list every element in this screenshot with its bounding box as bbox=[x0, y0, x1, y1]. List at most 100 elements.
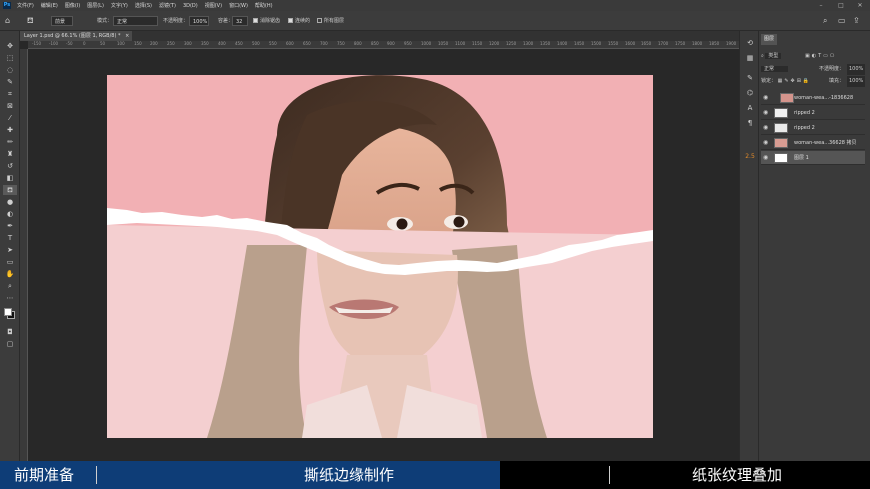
adjust-icon[interactable]: ⌬ bbox=[744, 88, 756, 98]
tolerance-field[interactable]: 32 bbox=[232, 16, 248, 26]
opacity-field[interactable]: 100% bbox=[847, 64, 866, 75]
ruler-tick-label: 850 bbox=[371, 41, 379, 46]
layer-row[interactable]: ◉ woman-wea...-1836628 bbox=[761, 91, 865, 105]
menu-type[interactable]: 文字(Y) bbox=[111, 2, 128, 9]
share-icon[interactable]: ⇪ bbox=[853, 16, 860, 26]
ruler-tick-label: 100 bbox=[117, 41, 125, 46]
menu-filter[interactable]: 滤镜(T) bbox=[159, 2, 176, 9]
visibility-eye-icon[interactable]: ◉ bbox=[763, 94, 768, 102]
history-icon[interactable]: ⟲ bbox=[744, 38, 756, 48]
path-select-tool-icon[interactable]: ➤ bbox=[3, 245, 17, 255]
zoom-tool-icon[interactable]: ⌕ bbox=[3, 281, 17, 291]
lock-row: 锁定： ▦✎✥⊞🔒 填充： 100% bbox=[761, 76, 867, 87]
menu-view[interactable]: 视图(V) bbox=[205, 2, 222, 9]
visibility-eye-icon[interactable]: ◉ bbox=[763, 109, 768, 117]
document-close-icon[interactable]: × bbox=[125, 33, 129, 39]
layer-thumbnail bbox=[780, 93, 794, 103]
type-tool-icon[interactable]: T bbox=[3, 233, 17, 243]
document-tab[interactable]: Layer 1.psd @ 66.1% (图层 1, RGB/8) * × bbox=[20, 31, 132, 41]
eraser-tool-icon[interactable]: ◧ bbox=[3, 173, 17, 183]
quick-select-tool-icon[interactable]: ✎ bbox=[3, 77, 17, 87]
menu-3d[interactable]: 3D(D) bbox=[183, 3, 198, 9]
caption-step-3: 纸张纹理叠加 bbox=[692, 466, 783, 484]
fill-field[interactable]: 100% bbox=[847, 76, 866, 87]
menu-file[interactable]: 文件(F) bbox=[17, 2, 34, 9]
antialias-checkbox[interactable]: 消除锯齿 bbox=[253, 16, 280, 26]
workspace-icon[interactable]: ▭ bbox=[838, 16, 846, 26]
menu-layer[interactable]: 图层(L) bbox=[87, 2, 104, 9]
layer-row[interactable]: ◉ ripped 2 bbox=[761, 121, 865, 135]
document-image[interactable] bbox=[107, 75, 653, 438]
opacity-label: 不透明度： bbox=[819, 66, 845, 72]
layer-row-selected[interactable]: ◉ 图层 1 bbox=[761, 151, 865, 165]
ruler-tick-label: 1500 bbox=[591, 41, 602, 46]
visibility-eye-icon[interactable]: ◉ bbox=[763, 154, 768, 162]
menu-select[interactable]: 选择(S) bbox=[135, 2, 152, 9]
blend-row: 正常 不透明度： 100% bbox=[761, 64, 867, 75]
visibility-eye-icon[interactable]: ◉ bbox=[763, 124, 768, 132]
dodge-tool-icon[interactable]: ◐ bbox=[3, 209, 17, 219]
more-tools-icon[interactable]: ⋯ bbox=[3, 293, 17, 303]
crop-tool-icon[interactable]: ⌗ bbox=[3, 89, 17, 99]
stamp-tool-icon[interactable]: ♜ bbox=[3, 149, 17, 159]
all-layers-checkbox[interactable]: 所有图层 bbox=[317, 16, 344, 26]
swatches-icon[interactable]: ▦ bbox=[744, 53, 756, 63]
eyedropper-tool-icon[interactable]: ⁄ bbox=[3, 113, 17, 123]
layer-filter-select[interactable]: 类型 bbox=[765, 53, 782, 59]
quick-mask-icon[interactable]: ◘ bbox=[3, 327, 17, 337]
layer-thumbnail bbox=[774, 123, 788, 133]
visibility-eye-icon[interactable]: ◉ bbox=[763, 139, 768, 147]
menu-help[interactable]: 帮助(H) bbox=[255, 2, 273, 9]
tools-panel: ✥ ⬚ ◌ ✎ ⌗ ⊠ ⁄ ✚ ✏ ♜ ↺ ◧ ⛾ ● ◐ ✒ T ➤ ▭ ✋ … bbox=[0, 31, 20, 461]
maximize-button[interactable]: □ bbox=[834, 0, 848, 11]
ruler-tick-label: 1250 bbox=[506, 41, 517, 46]
brush-icon[interactable]: ✎ bbox=[744, 73, 756, 83]
menu-image[interactable]: 图像(I) bbox=[65, 2, 80, 9]
search-icon[interactable]: ⌕ bbox=[823, 16, 827, 26]
blend-mode-select[interactable]: 正常 bbox=[761, 66, 789, 72]
home-icon[interactable]: ⌂ bbox=[5, 16, 17, 26]
menu-edit[interactable]: 编辑(E) bbox=[41, 2, 58, 9]
brush-tool-icon[interactable]: ✏ bbox=[3, 137, 17, 147]
layer-row[interactable]: ◉ ripped 2 bbox=[761, 106, 865, 120]
ruler-tick-label: 700 bbox=[320, 41, 328, 46]
contiguous-checkbox[interactable]: 连续的 bbox=[288, 16, 310, 26]
layers-tab[interactable]: 图层 bbox=[761, 34, 778, 45]
screen-mode-icon[interactable]: ▢ bbox=[3, 339, 17, 349]
layer-row[interactable]: ◉ woman-wea...36628 拷贝 bbox=[761, 136, 865, 150]
rectangle-tool-icon[interactable]: ▭ bbox=[3, 257, 17, 267]
close-button[interactable]: ✕ bbox=[853, 0, 867, 11]
text-icon[interactable]: A bbox=[744, 103, 756, 113]
healing-tool-icon[interactable]: ✚ bbox=[3, 125, 17, 135]
minimize-button[interactable]: – bbox=[814, 0, 828, 11]
hand-tool-icon[interactable]: ✋ bbox=[3, 269, 17, 279]
move-tool-icon[interactable]: ✥ bbox=[3, 41, 17, 51]
lasso-tool-icon[interactable]: ◌ bbox=[3, 65, 17, 75]
paragraph-icon[interactable]: ¶ bbox=[744, 118, 756, 128]
fill-source-select[interactable]: 前景 bbox=[51, 16, 73, 26]
layer-name: woman-wea...-1836628 bbox=[794, 95, 854, 101]
paint-bucket-tool-icon[interactable]: ⛾ bbox=[3, 185, 17, 195]
pen-tool-icon[interactable]: ✒ bbox=[3, 221, 17, 231]
contiguous-label: 连续的 bbox=[295, 18, 311, 24]
ruler-tick-label: 150 bbox=[134, 41, 142, 46]
blur-tool-icon[interactable]: ● bbox=[3, 197, 17, 207]
history-brush-tool-icon[interactable]: ↺ bbox=[3, 161, 17, 171]
vertical-ruler bbox=[20, 49, 28, 461]
caption-highlight bbox=[0, 461, 500, 489]
opacity-field[interactable]: 100% bbox=[189, 16, 209, 26]
ruler-tick-label: 450 bbox=[235, 41, 243, 46]
frame-tool-icon[interactable]: ⊠ bbox=[3, 101, 17, 111]
filter-type-icons[interactable]: ▣◐T▭⎔ bbox=[805, 53, 836, 59]
marquee-tool-icon[interactable]: ⬚ bbox=[3, 53, 17, 63]
canvas-area[interactable] bbox=[28, 49, 739, 461]
ruler-tick-label: -50 bbox=[66, 41, 73, 46]
lock-icons[interactable]: ▦✎✥⊞🔒 bbox=[778, 78, 812, 84]
mode-select[interactable]: 正常 bbox=[113, 16, 158, 26]
ruler-tick-label: 1650 bbox=[641, 41, 652, 46]
ruler-tick-label: 1050 bbox=[438, 41, 449, 46]
menu-window[interactable]: 窗口(W) bbox=[229, 2, 248, 9]
paint-bucket-icon[interactable]: ⛾ bbox=[27, 16, 41, 26]
layer-name: woman-wea...36628 拷贝 bbox=[794, 140, 857, 146]
color-swatches-icon[interactable] bbox=[3, 307, 17, 323]
